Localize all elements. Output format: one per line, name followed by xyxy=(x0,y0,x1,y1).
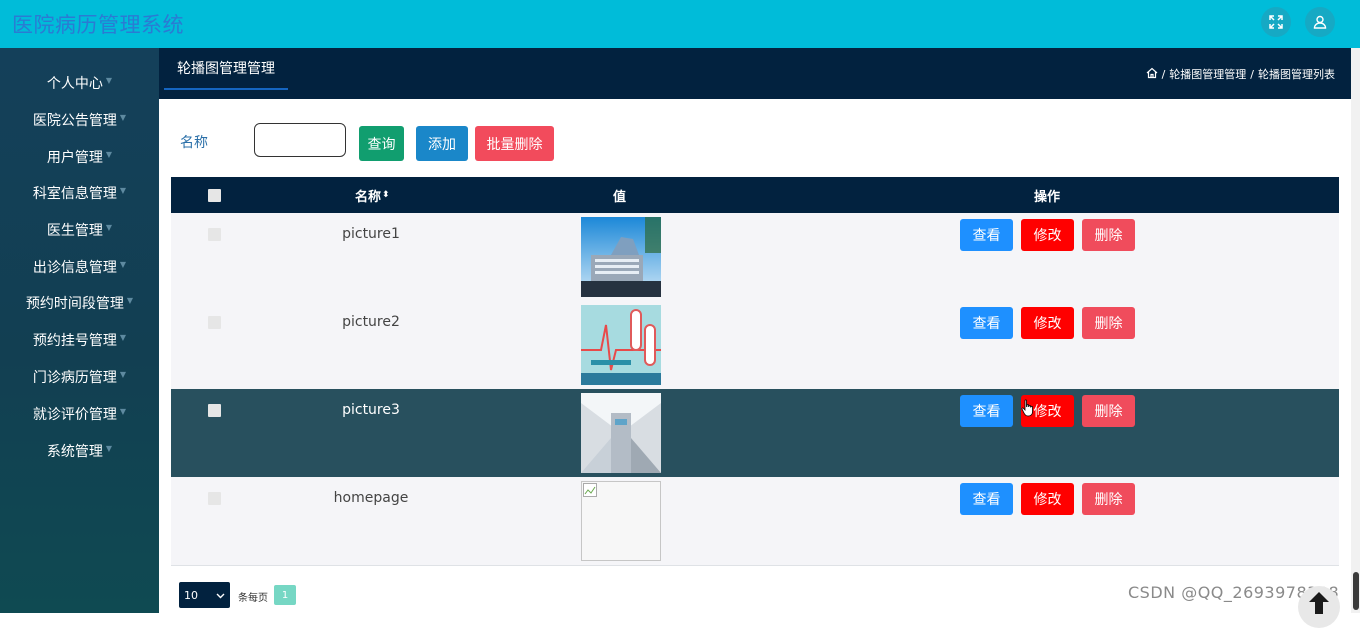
table-row: picture3 查看 修改 删除 xyxy=(171,389,1339,478)
per-page-label: 条每页 xyxy=(238,593,268,604)
table-row: picture1 查看 修改 删除 xyxy=(171,213,1339,302)
sidebar-item-label: 门诊病历管理 xyxy=(32,370,117,386)
sidebar-item-label: 个人中心 xyxy=(46,76,103,92)
chevron-down-icon: ▼ xyxy=(105,443,113,453)
carousel-thumbnail xyxy=(581,217,661,297)
query-button[interactable]: 查询 xyxy=(359,126,404,161)
name-search-label: 名称 xyxy=(180,135,208,151)
delete-button[interactable]: 删除 xyxy=(1082,483,1135,515)
chevron-down-icon: ▼ xyxy=(126,295,134,305)
row-name: homepage xyxy=(333,490,409,506)
sidebar-item-label: 出诊信息管理 xyxy=(32,260,117,276)
name-search-input[interactable] xyxy=(254,123,346,157)
page-size-value: 10 xyxy=(184,588,198,602)
breadcrumb-level2: 轮播图管理列表 xyxy=(1258,68,1335,81)
chevron-down-icon: ▼ xyxy=(119,332,127,342)
sidebar-item-users[interactable]: 用户管理 ▼ xyxy=(0,142,159,172)
column-header-value: 值 xyxy=(613,189,627,205)
scrollbar-thumb[interactable] xyxy=(1353,572,1359,610)
back-to-top-button[interactable] xyxy=(1298,586,1340,628)
chevron-down-icon: ▼ xyxy=(119,406,127,416)
edit-button[interactable]: 修改 xyxy=(1021,483,1074,515)
select-all-checkbox[interactable] xyxy=(208,189,221,202)
scrollbar[interactable] xyxy=(1351,48,1360,613)
sidebar-item-label: 医院公告管理 xyxy=(32,113,117,129)
sort-icon: ⬍ xyxy=(382,190,390,200)
breadcrumb: / 轮播图管理管理 / 轮播图管理列表 xyxy=(1146,66,1335,82)
view-button[interactable]: 查看 xyxy=(960,483,1013,515)
chevron-down-icon: ▼ xyxy=(119,185,127,195)
view-button[interactable]: 查看 xyxy=(960,395,1013,427)
sidebar-item-departments[interactable]: 科室信息管理 ▼ xyxy=(0,178,159,208)
chevron-down-icon: ▼ xyxy=(119,259,127,269)
page-number-button[interactable]: 1 xyxy=(274,585,296,605)
table-header: 名称 ⬍ 值 操作 xyxy=(171,177,1339,213)
sidebar-item-visit-info[interactable]: 出诊信息管理 ▼ xyxy=(0,252,159,282)
arrow-up-icon xyxy=(1309,592,1329,628)
breadcrumb-separator: / xyxy=(1161,67,1166,81)
column-header-actions: 操作 xyxy=(1034,189,1061,205)
user-icon[interactable] xyxy=(1305,7,1335,37)
sidebar-item-label: 预约挂号管理 xyxy=(32,333,117,349)
sidebar-item-label: 用户管理 xyxy=(46,150,103,166)
chevron-down-icon xyxy=(216,590,225,603)
edit-button[interactable]: 修改 xyxy=(1021,219,1074,251)
carousel-thumbnail xyxy=(581,305,661,385)
sidebar-item-label: 就诊评价管理 xyxy=(32,407,117,423)
row-name: picture3 xyxy=(342,402,400,418)
table-row: picture2 查看 修改 删除 xyxy=(171,301,1339,390)
carousel-thumbnail xyxy=(581,393,661,473)
sidebar-item-medical-records[interactable]: 门诊病历管理 ▼ xyxy=(0,362,159,392)
batch-delete-button[interactable]: 批量删除 xyxy=(475,126,554,161)
fullscreen-icon[interactable] xyxy=(1261,7,1291,37)
app-title: 医院病历管理系统 xyxy=(12,13,184,37)
broken-image-icon xyxy=(581,481,661,561)
sidebar-item-personal-center[interactable]: 个人中心 ▼ xyxy=(0,68,159,98)
sidebar-item-appointments[interactable]: 预约挂号管理 ▼ xyxy=(0,325,159,355)
column-header-name-label: 名称 xyxy=(355,189,382,205)
row-name: picture1 xyxy=(342,226,400,242)
delete-button[interactable]: 删除 xyxy=(1082,219,1135,251)
delete-button[interactable]: 删除 xyxy=(1082,307,1135,339)
edit-button[interactable]: 修改 xyxy=(1021,307,1074,339)
sidebar-item-label: 预约时间段管理 xyxy=(25,296,124,312)
sidebar-item-doctors[interactable]: 医生管理 ▼ xyxy=(0,215,159,245)
sidebar-item-label: 系统管理 xyxy=(46,444,103,460)
sidebar-item-system[interactable]: 系统管理 ▼ xyxy=(0,436,159,466)
sidebar-item-label: 医生管理 xyxy=(46,223,103,239)
view-button[interactable]: 查看 xyxy=(960,219,1013,251)
chevron-down-icon: ▼ xyxy=(105,149,113,159)
page-size-select[interactable]: 10 xyxy=(179,582,230,608)
sidebar-item-reviews[interactable]: 就诊评价管理 ▼ xyxy=(0,399,159,429)
top-header xyxy=(0,0,1360,48)
tab-carousel-management[interactable]: 轮播图管理管理 xyxy=(164,48,288,90)
delete-button[interactable]: 删除 xyxy=(1082,395,1135,427)
table-row: homepage 查看 修改 删除 xyxy=(171,477,1339,566)
add-button[interactable]: 添加 xyxy=(416,126,468,161)
chevron-down-icon: ▼ xyxy=(105,222,113,232)
column-header-name[interactable]: 名称 ⬍ xyxy=(355,177,390,213)
view-button[interactable]: 查看 xyxy=(960,307,1013,339)
home-icon[interactable] xyxy=(1146,67,1158,82)
chevron-down-icon: ▼ xyxy=(119,112,127,122)
sidebar-item-time-slots[interactable]: 预约时间段管理 ▼ xyxy=(0,288,159,318)
sidebar-item-label: 科室信息管理 xyxy=(32,186,117,202)
breadcrumb-level1[interactable]: 轮播图管理管理 xyxy=(1169,66,1246,82)
chevron-down-icon: ▼ xyxy=(105,75,113,85)
chevron-down-icon: ▼ xyxy=(119,369,127,379)
sidebar-item-hospital-notice[interactable]: 医院公告管理 ▼ xyxy=(0,105,159,135)
breadcrumb-separator: / xyxy=(1250,67,1254,81)
row-name: picture2 xyxy=(342,314,400,330)
hand-cursor-icon xyxy=(1021,399,1035,421)
